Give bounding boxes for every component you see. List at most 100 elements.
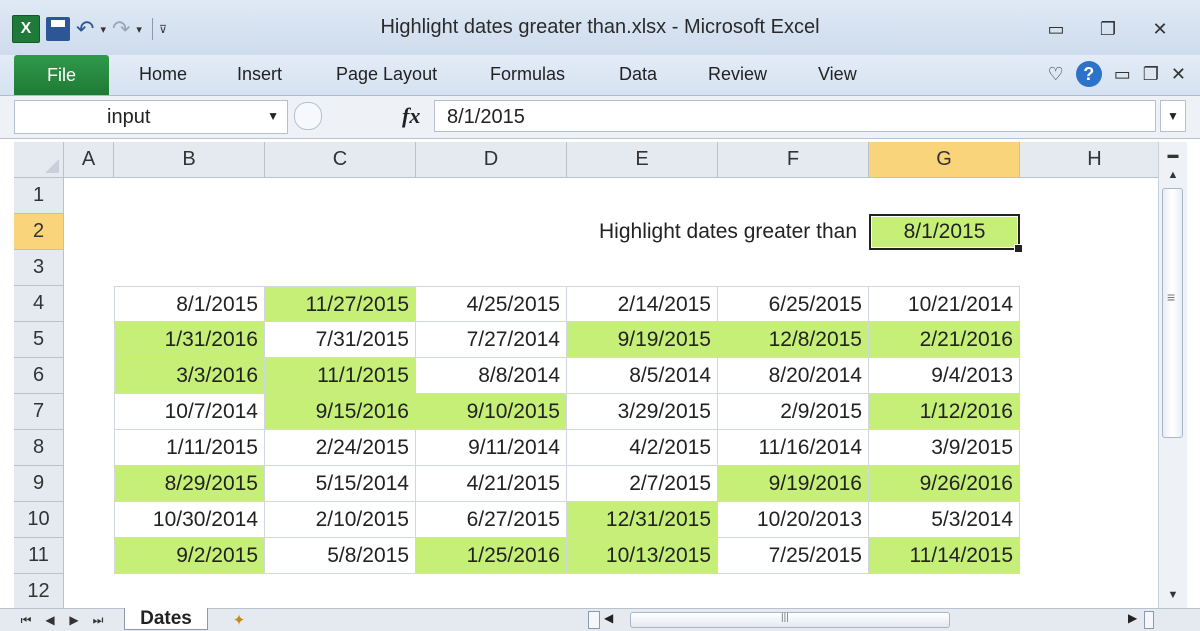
date-cell[interactable]: 3/3/2016 [114, 358, 265, 394]
date-cell[interactable]: 6/27/2015 [416, 502, 567, 538]
date-cell[interactable]: 4/25/2015 [416, 286, 567, 322]
date-cell[interactable]: 10/21/2014 [869, 286, 1020, 322]
horizontal-scrollbar[interactable]: ◀ ▶ [588, 611, 1158, 629]
date-cell[interactable]: 1/25/2016 [416, 538, 567, 574]
date-cell[interactable]: 11/1/2015 [265, 358, 416, 394]
scroll-left-icon[interactable]: ◀ [604, 611, 613, 625]
date-cell[interactable]: 11/27/2015 [265, 286, 416, 322]
date-cell[interactable]: 2/24/2015 [265, 430, 416, 466]
column-header-h[interactable]: H [1020, 142, 1170, 178]
row-header-9[interactable]: 9 [14, 466, 64, 502]
date-cell[interactable]: 11/16/2014 [718, 430, 869, 466]
row-header-4[interactable]: 4 [14, 286, 64, 322]
tab-split-handle[interactable] [588, 611, 600, 629]
date-cell[interactable]: 8/5/2014 [567, 358, 718, 394]
column-header-c[interactable]: C [265, 142, 416, 178]
date-cell[interactable]: 9/19/2016 [718, 466, 869, 502]
tab-formulas[interactable]: Formulas [490, 64, 565, 85]
date-cell[interactable]: 2/14/2015 [567, 286, 718, 322]
column-header-d[interactable]: D [416, 142, 567, 178]
date-cell[interactable]: 1/12/2016 [869, 394, 1020, 430]
horizontal-scroll-thumb[interactable] [630, 612, 950, 628]
date-cell[interactable]: 2/9/2015 [718, 394, 869, 430]
date-cell[interactable]: 7/25/2015 [718, 538, 869, 574]
tab-review[interactable]: Review [708, 64, 767, 85]
insert-sheet-icon[interactable]: ✦ [222, 610, 256, 630]
row-header-6[interactable]: 6 [14, 358, 64, 394]
row-header-8[interactable]: 8 [14, 430, 64, 466]
column-header-a[interactable]: A [64, 142, 114, 178]
date-cell[interactable]: 12/31/2015 [567, 502, 718, 538]
date-cell[interactable]: 1/11/2015 [114, 430, 265, 466]
date-cell[interactable]: 2/21/2016 [869, 322, 1020, 358]
minimize-icon[interactable]: ▭ [1030, 14, 1082, 44]
tab-insert[interactable]: Insert [237, 64, 282, 85]
date-cell[interactable]: 10/20/2013 [718, 502, 869, 538]
row-header-11[interactable]: 11 [14, 538, 64, 574]
date-cell[interactable]: 5/3/2014 [869, 502, 1020, 538]
name-box[interactable]: input ▼ [14, 100, 288, 134]
row-header-2[interactable]: 2 [14, 214, 64, 250]
date-cell[interactable]: 10/13/2015 [567, 538, 718, 574]
date-cell[interactable]: 11/14/2015 [869, 538, 1020, 574]
date-cell[interactable]: 10/7/2014 [114, 394, 265, 430]
date-cell[interactable]: 4/21/2015 [416, 466, 567, 502]
expand-formula-bar-icon[interactable]: ▼ [1160, 100, 1186, 132]
chevron-down-icon[interactable]: ▼ [267, 109, 279, 123]
tab-page-layout[interactable]: Page Layout [336, 64, 437, 85]
first-sheet-icon[interactable]: ⏮ [14, 613, 38, 628]
date-cell[interactable]: 5/8/2015 [265, 538, 416, 574]
vertical-scrollbar[interactable]: ▬ ▲ ▼ [1158, 142, 1187, 608]
close-icon[interactable]: ✕ [1134, 14, 1186, 44]
sheet-tab-dates[interactable]: Dates [124, 608, 208, 630]
row-header-5[interactable]: 5 [14, 322, 64, 358]
date-cell[interactable]: 8/1/2015 [114, 286, 265, 322]
formula-input[interactable]: 8/1/2015 [434, 100, 1156, 132]
date-cell[interactable]: 2/7/2015 [567, 466, 718, 502]
splitter-handle[interactable] [294, 102, 322, 130]
date-cell[interactable]: 9/2/2015 [114, 538, 265, 574]
date-cell[interactable]: 8/29/2015 [114, 466, 265, 502]
restore-icon[interactable]: ❐ [1082, 14, 1134, 44]
date-cell[interactable]: 8/8/2014 [416, 358, 567, 394]
tab-data[interactable]: Data [619, 64, 657, 85]
tab-file[interactable]: File [14, 55, 109, 95]
doc-restore-icon[interactable]: ❐ [1143, 64, 1159, 85]
date-cell[interactable]: 7/27/2014 [416, 322, 567, 358]
minimize-ribbon-icon[interactable]: ♡ [1048, 64, 1064, 85]
scroll-right-icon[interactable]: ▶ [1128, 611, 1137, 625]
tab-home[interactable]: Home [139, 64, 187, 85]
help-icon[interactable]: ? [1075, 61, 1102, 87]
date-cell[interactable]: 9/26/2016 [869, 466, 1020, 502]
scroll-thumb[interactable] [1162, 188, 1183, 438]
tab-view[interactable]: View [818, 64, 857, 85]
date-cell[interactable]: 5/15/2014 [265, 466, 416, 502]
column-header-g[interactable]: G [869, 142, 1020, 178]
date-cell[interactable]: 12/8/2015 [718, 322, 869, 358]
row-header-7[interactable]: 7 [14, 394, 64, 430]
row-header-1[interactable]: 1 [14, 178, 64, 214]
date-cell[interactable]: 10/30/2014 [114, 502, 265, 538]
date-cell[interactable]: 9/11/2014 [416, 430, 567, 466]
doc-minimize-icon[interactable]: ▭ [1114, 64, 1131, 85]
date-cell[interactable]: 9/19/2015 [567, 322, 718, 358]
date-cell[interactable]: 4/2/2015 [567, 430, 718, 466]
scroll-up-icon[interactable]: ▲ [1159, 162, 1187, 188]
prev-sheet-icon[interactable]: ◀ [38, 613, 62, 627]
date-cell[interactable]: 1/31/2016 [114, 322, 265, 358]
scroll-down-icon[interactable]: ▼ [1159, 582, 1187, 608]
date-cell[interactable]: 9/10/2015 [416, 394, 567, 430]
date-cell[interactable]: 6/25/2015 [718, 286, 869, 322]
date-cell[interactable]: 9/4/2013 [869, 358, 1020, 394]
insert-function-icon[interactable]: fx [402, 103, 420, 129]
row-header-10[interactable]: 10 [14, 502, 64, 538]
date-cell[interactable]: 3/29/2015 [567, 394, 718, 430]
date-cell[interactable]: 9/15/2016 [265, 394, 416, 430]
date-cell[interactable]: 7/31/2015 [265, 322, 416, 358]
row-header-12[interactable]: 12 [14, 574, 64, 610]
column-header-e[interactable]: E [567, 142, 718, 178]
next-sheet-icon[interactable]: ▶ [62, 613, 86, 627]
column-header-f[interactable]: F [718, 142, 869, 178]
row-header-3[interactable]: 3 [14, 250, 64, 286]
date-cell[interactable]: 2/10/2015 [265, 502, 416, 538]
